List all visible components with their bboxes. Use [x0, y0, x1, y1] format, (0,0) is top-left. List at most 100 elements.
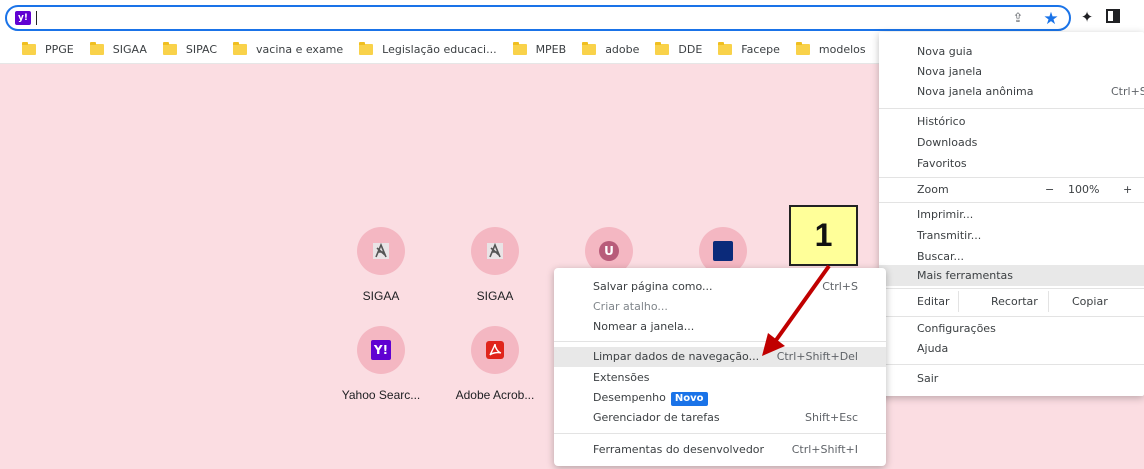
menu-item-buscar[interactable]: Buscar... — [879, 246, 1144, 267]
more-tools-submenu: Salvar página como... Ctrl+S Criar atalho… — [554, 268, 886, 466]
menu-item-configuracoes[interactable]: Configurações — [879, 318, 1144, 339]
submenu-item-gerenciador-tarefas[interactable]: Gerenciador de tarefas Shift+Esc — [554, 408, 886, 428]
shortcut-label: SIGAA — [362, 289, 400, 303]
menu-item-label: Buscar... — [917, 250, 965, 263]
menu-shortcut: Ctrl+Shift+I — [791, 443, 858, 456]
bookmark-sigaa[interactable]: SIGAA — [89, 42, 147, 56]
zoom-in-button[interactable]: + — [1123, 179, 1132, 200]
menu-item-downloads[interactable]: Downloads — [879, 132, 1144, 153]
menu-item-label: Transmitir... — [917, 229, 982, 242]
menu-item-label: Downloads — [917, 136, 978, 149]
browser-toolbar: y! ⇪ ★ ✦ — [0, 0, 1144, 36]
bookmark-label: DDE — [678, 43, 703, 56]
menu-shortcut: Shift+Esc — [805, 411, 858, 424]
folder-icon — [233, 42, 248, 55]
bookmark-label: PPGE — [45, 43, 74, 56]
folder-icon — [162, 42, 177, 55]
menu-item-mais-ferramentas[interactable]: Mais ferramentas — [879, 265, 1144, 286]
submenu-item-nomear-janela[interactable]: Nomear a janela... — [554, 317, 886, 337]
shortcut-tile[interactable]: SIGAA — [331, 227, 431, 303]
menu-divider — [554, 341, 886, 342]
menu-item-label: Ajuda — [917, 342, 949, 355]
adobe-acrobat-icon — [486, 341, 504, 359]
new-badge: Novo — [670, 392, 708, 406]
submenu-item-ferramentas-dev[interactable]: Ferramentas do desenvolvedor Ctrl+Shift+I — [554, 440, 886, 460]
annotation-label-box: 1 — [789, 205, 858, 266]
folder-icon — [89, 42, 104, 55]
chrome-main-menu: Nova guia Nova janela Nova janela anônim… — [879, 32, 1144, 396]
bookmark-label: vacina e exame — [256, 43, 344, 56]
shortcut-tile[interactable]: Adobe Acrob... — [445, 326, 545, 402]
submenu-item-extensoes[interactable]: Extensões — [554, 368, 886, 388]
menu-divider — [879, 288, 1144, 289]
sigaa-icon — [373, 242, 389, 259]
menu-divider — [879, 108, 1144, 109]
menu-shortcut: Ctrl+Shift+Del — [776, 350, 858, 363]
menu-item-label: Nova guia — [917, 45, 973, 58]
shortcut-icon-circle — [357, 227, 405, 275]
menu-item-label: Histórico — [917, 115, 966, 128]
menu-divider — [554, 433, 886, 434]
bookmark-dde[interactable]: DDE — [655, 42, 703, 56]
menu-item-label: Mais ferramentas — [917, 269, 1013, 282]
menu-item-imprimir[interactable]: Imprimir... — [879, 204, 1144, 225]
bookmark-ppge[interactable]: PPGE — [22, 42, 74, 56]
menu-item-sair[interactable]: Sair — [879, 368, 1144, 389]
shortcut-label: Adobe Acrob... — [455, 388, 535, 402]
bookmark-label: SIGAA — [112, 43, 147, 56]
menu-divider — [958, 291, 959, 312]
menu-item-favoritos[interactable]: Favoritos — [879, 153, 1144, 174]
menu-item-transmitir[interactable]: Transmitir... — [879, 225, 1144, 246]
menu-item-nova-janela-anonima[interactable]: Nova janela anônima Ctrl+S — [879, 81, 1144, 102]
menu-item-label: Favoritos — [917, 157, 967, 170]
menu-shortcut: Ctrl+S — [1111, 85, 1144, 98]
shortcut-icon-circle: Y! — [357, 326, 405, 374]
menu-item-label: Nova janela — [917, 65, 983, 78]
menu-item-label: Nova janela anônima — [917, 85, 1034, 98]
bookmark-vacina[interactable]: vacina e exame — [233, 42, 344, 56]
shortcut-tile[interactable]: Y! Yahoo Searc... — [331, 326, 431, 402]
menu-divider — [879, 364, 1144, 365]
bookmark-label: MPEB — [535, 43, 567, 56]
folder-icon — [655, 42, 670, 55]
extensions-icon[interactable]: ✦ — [1078, 8, 1096, 26]
yahoo-icon: y! — [15, 11, 31, 25]
menu-shortcut: Ctrl+S — [822, 280, 858, 293]
submenu-item-desempenho[interactable]: Desempenho Novo — [554, 388, 886, 408]
submenu-item-salvar-pagina[interactable]: Salvar página como... Ctrl+S — [554, 277, 886, 297]
bookmark-sipac[interactable]: SIPAC — [162, 42, 217, 56]
shortcut-label: SIGAA — [476, 289, 514, 303]
copiar-button[interactable]: Copiar — [1072, 291, 1108, 312]
folder-icon — [359, 42, 374, 55]
folder-icon — [582, 42, 597, 55]
menu-item-nova-janela[interactable]: Nova janela — [879, 61, 1144, 82]
menu-divider — [879, 177, 1144, 178]
shortcut-tile[interactable]: SIGAA — [445, 227, 545, 303]
share-icon[interactable]: ⇪ — [1010, 11, 1026, 27]
address-bar[interactable]: y! ⇪ ★ — [5, 5, 1071, 31]
folder-icon — [22, 42, 36, 55]
bookmark-adobe[interactable]: adobe — [582, 42, 639, 56]
zoom-out-button[interactable]: − — [1045, 179, 1054, 200]
bookmark-modelos[interactable]: modelos — [795, 42, 866, 56]
submenu-item-criar-atalho[interactable]: Criar atalho... — [554, 297, 886, 317]
submenu-item-limpar-dados[interactable]: Limpar dados de navegação... Ctrl+Shift+D… — [554, 347, 886, 367]
recortar-button[interactable]: Recortar — [991, 291, 1038, 312]
yahoo-icon: Y! — [371, 340, 391, 360]
menu-item-ajuda[interactable]: Ajuda — [879, 338, 1144, 359]
submenu-item-label: Gerenciador de tarefas — [593, 411, 720, 424]
bookmark-label: Facepe — [741, 43, 780, 56]
text-cursor — [36, 11, 37, 25]
menu-item-historico[interactable]: Histórico — [879, 111, 1144, 132]
menu-item-label: Editar — [917, 295, 950, 308]
star-icon[interactable]: ★ — [1041, 9, 1061, 29]
menu-divider — [879, 202, 1144, 203]
bookmark-facepe[interactable]: Facepe — [718, 42, 780, 56]
menu-item-nova-guia[interactable]: Nova guia — [879, 41, 1144, 62]
bookmark-mpeb[interactable]: MPEB — [512, 42, 567, 56]
menu-item-label: Configurações — [917, 322, 996, 335]
submenu-item-label: Criar atalho... — [593, 300, 668, 313]
bookmark-legislacao[interactable]: Legislação educaci... — [359, 42, 497, 56]
side-panel-icon[interactable] — [1106, 9, 1120, 23]
menu-item-editar: Editar Recortar Copiar — [879, 291, 1144, 312]
